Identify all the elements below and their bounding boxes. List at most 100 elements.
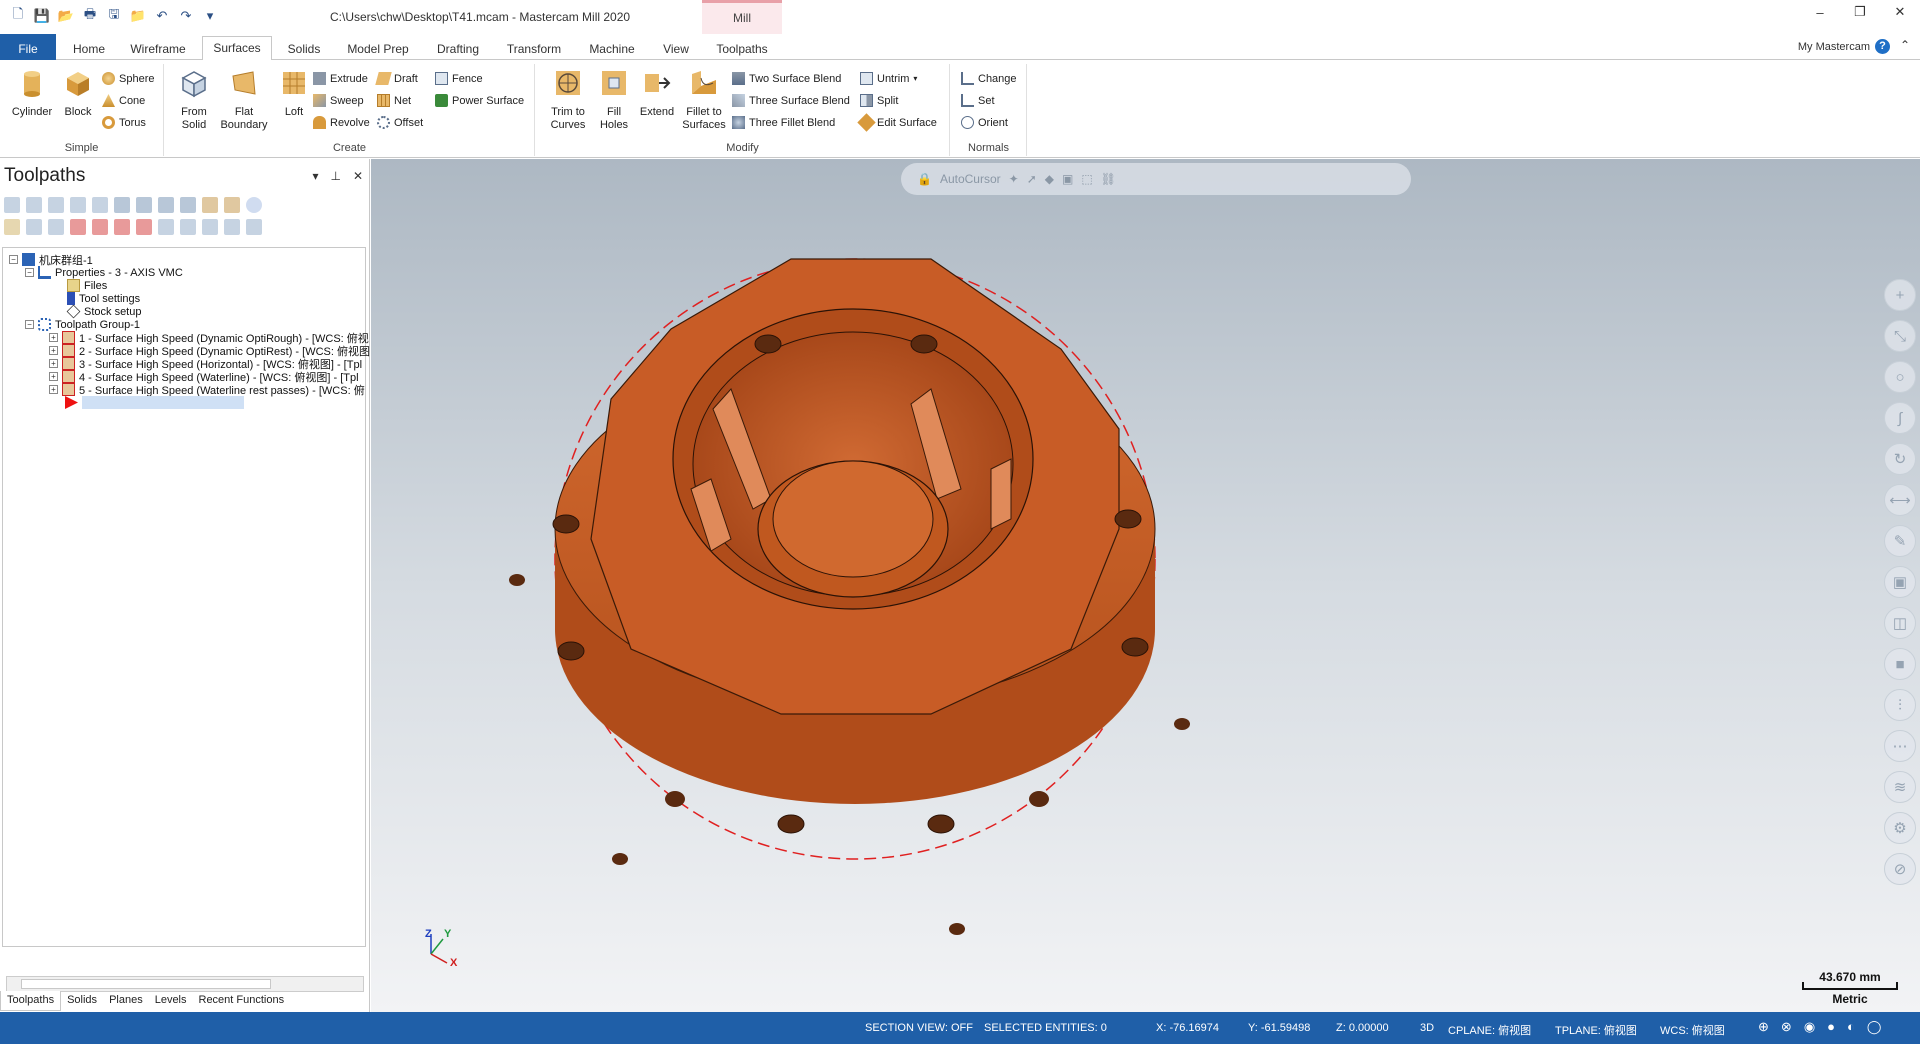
fence-button[interactable]: Fence (435, 72, 483, 85)
loft-button[interactable]: Loft (273, 68, 315, 119)
rotate-icon[interactable]: ↻ (1884, 443, 1916, 475)
from-solid-button[interactable]: From Solid (173, 68, 215, 132)
section-icon[interactable]: ⫶ (1884, 689, 1916, 721)
tab-model-prep[interactable]: Model Prep (340, 38, 416, 60)
tab-file[interactable]: File (0, 34, 56, 60)
trim-to-curves-button[interactable]: Trim to Curves (542, 68, 594, 132)
settings-icon[interactable] (246, 219, 262, 235)
cancel-icon[interactable]: ⊘ (1884, 853, 1916, 885)
bottom-tab-solids[interactable]: Solids (61, 991, 103, 1011)
redo-icon[interactable]: ↷ (176, 6, 196, 26)
lock-icon[interactable] (4, 219, 20, 235)
graphics-viewport[interactable]: 🔒 AutoCursor ✦ ➚ ◆ ▣ ⬚ ⛓ Z Y X + ⤡ ○ ∫ ↻… (371, 159, 1920, 1012)
post-selected-icon[interactable] (180, 197, 196, 213)
display-mode-icon[interactable]: ◯ (1867, 1019, 1882, 1035)
zoom-in-icon[interactable]: + (1884, 279, 1916, 311)
tplane-status[interactable]: TPLANE: 俯视图 (1555, 1022, 1637, 1038)
move-up-icon[interactable] (92, 219, 108, 235)
cylinder-button[interactable]: Cylinder (8, 68, 56, 119)
tab-wireframe[interactable]: Wireframe (124, 38, 192, 60)
draft-button[interactable]: Draft (375, 72, 418, 85)
scroll-to-insert-icon[interactable] (136, 219, 152, 235)
globe-icon[interactable]: ⊕ (1758, 1019, 1769, 1035)
tab-home[interactable]: Home (66, 38, 112, 60)
sphere-button[interactable]: Sphere (102, 72, 154, 85)
restore-button[interactable]: ❐ (1840, 0, 1880, 24)
save-icon[interactable]: 💾 (32, 6, 52, 26)
print-icon[interactable]: 🖶 (80, 6, 100, 26)
bottom-tab-levels[interactable]: Levels (149, 991, 193, 1011)
edit-surface-button[interactable]: Edit Surface (857, 113, 937, 132)
revolve-button[interactable]: Revolve (313, 116, 370, 129)
wcs-status[interactable]: WCS: 俯视图 (1660, 1022, 1725, 1038)
bottom-tab-recent-functions[interactable]: Recent Functions (193, 991, 291, 1011)
tree-view-options-icon[interactable] (202, 219, 218, 235)
tab-view[interactable]: View (656, 38, 696, 60)
three-fillet-blend-button[interactable]: Three Fillet Blend (732, 116, 835, 129)
gear-icon[interactable]: ⚙ (1884, 812, 1916, 844)
bottom-tab-toolpaths[interactable]: Toolpaths (0, 991, 62, 1011)
undo-icon[interactable]: ↶ (152, 6, 172, 26)
close-button[interactable]: ✕ (1880, 0, 1920, 24)
select-all-ops-icon[interactable] (4, 197, 20, 213)
toggle-posting-icon[interactable] (48, 219, 64, 235)
power-surface-button[interactable]: Power Surface (435, 94, 524, 107)
collapse-icon[interactable]: − (25, 268, 34, 277)
set-normal-button[interactable]: Set (961, 94, 995, 107)
move-down-icon[interactable] (70, 219, 86, 235)
cone-button[interactable]: Cone (102, 94, 145, 107)
my-mastercam-link[interactable]: My Mastercam (1798, 41, 1870, 53)
horizontal-scrollbar[interactable] (6, 976, 364, 992)
cplane-status[interactable]: CPLANE: 俯视图 (1448, 1022, 1531, 1038)
shading-icon[interactable]: ● (1827, 1019, 1835, 1035)
orient-normal-button[interactable]: Orient (961, 116, 1008, 129)
measure-icon[interactable]: ✎ (1884, 525, 1916, 557)
fillet-to-surfaces-button[interactable]: Fillet to Surfaces (676, 68, 732, 132)
select-dirty-ops-icon[interactable] (26, 197, 42, 213)
expand-icon[interactable]: + (49, 359, 58, 368)
untrim-button[interactable]: Untrim ▾ (860, 72, 917, 85)
backplot-icon[interactable] (114, 197, 130, 213)
single-group-display-icon[interactable] (180, 219, 196, 235)
net-button[interactable]: Net (377, 94, 411, 107)
save-as-icon[interactable]: 🖫 (104, 6, 124, 26)
toggle-display-icon[interactable] (26, 219, 42, 235)
fit-icon[interactable]: ⤡ (1884, 320, 1916, 352)
regenerate-selected-icon[interactable] (48, 197, 64, 213)
mode-3d-toggle[interactable]: 3D (1420, 1022, 1434, 1034)
two-surface-blend-button[interactable]: Two Surface Blend (732, 72, 841, 85)
z-coordinate[interactable]: Z: 0.00000 (1336, 1022, 1389, 1034)
insert-arrow[interactable] (65, 395, 244, 410)
expand-icon[interactable]: + (49, 372, 58, 381)
translucency-icon[interactable]: ◐ (1847, 1019, 1855, 1035)
untrim-dropdown-icon[interactable]: ▾ (913, 74, 917, 83)
panel-close-icon[interactable]: ✕ (353, 169, 363, 183)
layers-icon[interactable]: ◫ (1884, 607, 1916, 639)
open-icon[interactable]: 📂 (56, 6, 76, 26)
verify-icon[interactable] (136, 197, 152, 213)
collapse-icon[interactable]: − (25, 320, 34, 329)
section-view-status[interactable]: SECTION VIEW: OFF (865, 1022, 973, 1034)
delete-ops-icon[interactable] (224, 197, 240, 213)
tab-drafting[interactable]: Drafting (428, 38, 488, 60)
tab-transform[interactable]: Transform (500, 38, 568, 60)
toolpath-manager-options-icon[interactable] (224, 219, 240, 235)
pin-icon[interactable]: ⊥ (330, 169, 340, 183)
dots-icon[interactable]: ⋯ (1884, 730, 1916, 762)
expand-icon[interactable]: + (49, 385, 58, 394)
offset-button[interactable]: Offset (377, 116, 423, 129)
single-op-display-icon[interactable] (158, 219, 174, 235)
simulate-icon[interactable] (158, 197, 174, 213)
shaded-globe-icon[interactable]: ◉ (1804, 1019, 1815, 1035)
sort-ops-icon[interactable] (92, 197, 108, 213)
dimension-icon[interactable]: ⟷ (1884, 484, 1916, 516)
minimize-button[interactable]: – (1800, 0, 1840, 24)
import-icon[interactable]: 📁 (128, 6, 148, 26)
bottom-tab-planes[interactable]: Planes (103, 991, 149, 1011)
mill-context-tab[interactable]: Mill (702, 0, 782, 34)
flat-boundary-button[interactable]: Flat Boundary (213, 68, 275, 132)
expand-icon[interactable]: + (49, 346, 58, 355)
change-normal-button[interactable]: Change (961, 72, 1017, 85)
expand-icon[interactable]: + (49, 333, 58, 342)
scrollbar-thumb[interactable] (21, 979, 271, 989)
